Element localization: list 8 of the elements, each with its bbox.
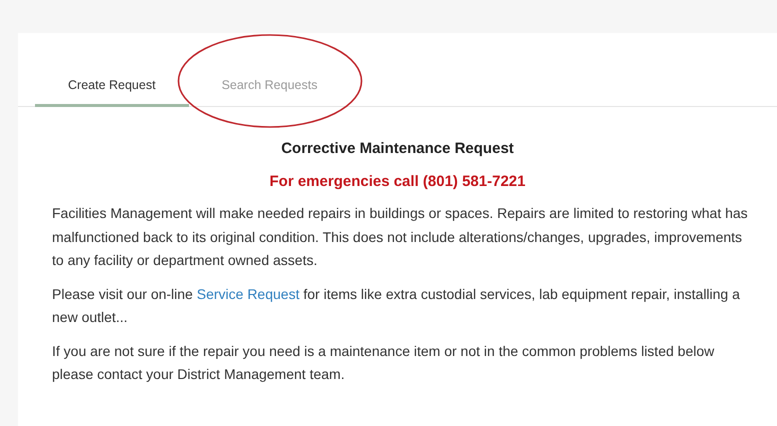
tab[interactable]: Search Requests (188, 70, 350, 107)
service-request-link[interactable]: Service Request (196, 286, 300, 302)
paragraph: If you are not sure if the repair you need is a maintenance item or not in the common problems listed below please contact your District Management team. (52, 342, 716, 384)
tab[interactable]: Create Request (35, 70, 189, 107)
emergency-notice: For emergencies call (801) 581-7221 (268, 172, 526, 192)
paragraph: Please visit our on-line Service Request for items like extra custodial services, lab equipment repair, installing a new outlet... (52, 284, 741, 327)
paragraph: Facilities Management will make needed repairs in buildings or spaces. Repairs are limited to restoring what has malfunctioned back to its original condition. This does not include alterations/changes, upgrades, improvements to any facility or department owned assets. (52, 204, 749, 270)
page-heading: Corrective Maintenance Request (280, 139, 515, 159)
